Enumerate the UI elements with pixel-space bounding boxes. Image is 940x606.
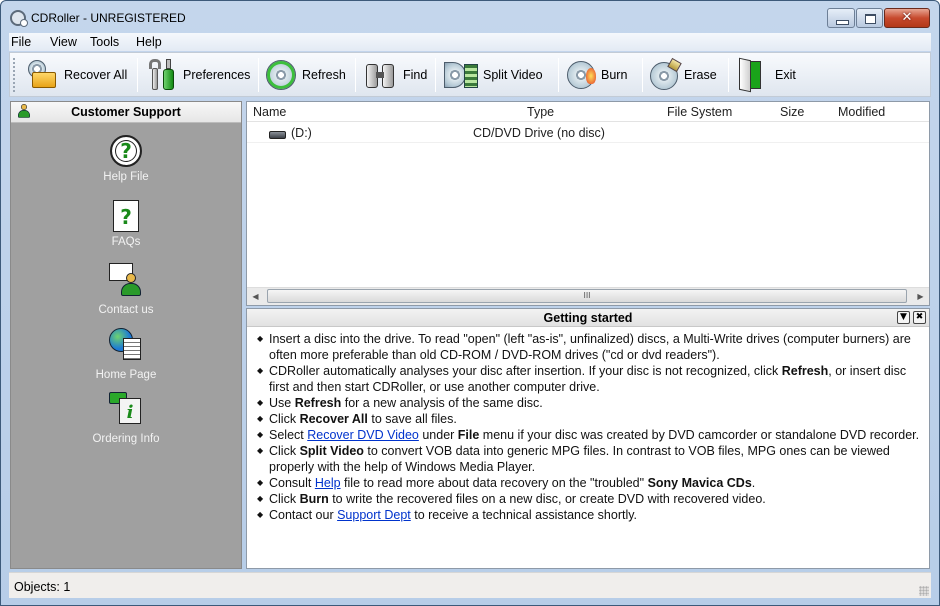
close-panel-icon[interactable]: ✖ <box>913 311 926 324</box>
resize-grip[interactable] <box>919 586 929 596</box>
maximize-button[interactable] <box>856 8 883 28</box>
toolbar-separator <box>355 58 356 92</box>
toolbar-separator <box>258 58 259 92</box>
status-objects-count: Objects: 1 <box>14 580 71 594</box>
row-name: (D:) <box>291 126 312 140</box>
help-link[interactable]: Help <box>315 476 341 490</box>
column-modified[interactable]: Modified <box>838 102 885 122</box>
preferences-button[interactable]: Preferences <box>147 55 250 95</box>
customer-support-header: Customer Support <box>11 102 241 123</box>
getting-started-panel: Getting started ▼ ✖ Insert a disc into t… <box>246 308 930 569</box>
getting-started-header: Getting started ▼ ✖ <box>247 309 929 327</box>
tip-line: Click Recover All to save all files. <box>257 411 922 427</box>
cd-drive-icon <box>269 131 286 139</box>
collapse-icon[interactable]: ▼ <box>897 311 910 324</box>
getting-started-text: Insert a disc into the drive. To read "o… <box>257 331 922 523</box>
scroll-right-icon[interactable]: ▶ <box>912 288 929 305</box>
menu-bar: File View Tools Help <box>9 33 931 51</box>
refresh-disc-icon <box>266 60 296 90</box>
erase-disc-icon <box>650 57 682 90</box>
exit-button[interactable]: Exit <box>737 55 796 95</box>
binoculars-icon <box>365 60 397 90</box>
scroll-left-icon[interactable]: ◀ <box>247 288 264 305</box>
toolbar-separator <box>137 58 138 92</box>
toolbar-separator <box>728 58 729 92</box>
customer-support-panel: Customer Support ? Help File ? FAQs Cont… <box>10 101 242 569</box>
title-bar[interactable]: CDRoller - UNREGISTERED ✕ <box>1 1 939 33</box>
support-dept-link[interactable]: Support Dept <box>337 508 411 522</box>
close-button[interactable]: ✕ <box>884 8 930 28</box>
faq-document-icon: ? <box>113 200 139 232</box>
tip-line: CDRoller automatically analyses your dis… <box>257 363 922 395</box>
column-type[interactable]: Type <box>527 102 554 122</box>
tip-line: Insert a disc into the drive. To read "o… <box>257 331 922 363</box>
file-list-header: Name Type File System Size Modified <box>247 102 929 122</box>
sidebar-item-ordering-info[interactable]: i Ordering Info <box>11 392 241 445</box>
sidebar-item-help-file[interactable]: ? Help File <box>11 135 241 183</box>
door-exit-icon <box>737 57 765 93</box>
status-bar: Objects: 1 <box>9 572 931 598</box>
table-row[interactable]: (D:) CD/DVD Drive (no disc) <box>247 123 929 143</box>
menu-file[interactable]: File <box>11 35 31 49</box>
tip-line: Click Split Video to convert VOB data in… <box>257 443 922 475</box>
sidebar-item-contact-us[interactable]: Contact us <box>11 263 241 316</box>
close-icon: ✕ <box>901 10 913 25</box>
split-video-button[interactable]: Split Video <box>444 55 543 95</box>
file-list: Name Type File System Size Modified (D:)… <box>246 101 930 306</box>
envelope-person-icon <box>109 263 143 297</box>
menu-help[interactable]: Help <box>136 35 162 49</box>
tip-line: Contact our Support Dept to receive a te… <box>257 507 922 523</box>
sidebar-item-home-page[interactable]: Home Page <box>11 328 241 381</box>
toolbar-separator <box>642 58 643 92</box>
disc-film-icon <box>444 60 480 90</box>
burn-button[interactable]: Burn <box>567 55 627 95</box>
tip-line: Select Recover DVD Video under File menu… <box>257 427 922 443</box>
toolbar: Recover All Preferences Refresh Find Spl… <box>9 52 931 97</box>
recover-all-button[interactable]: Recover All <box>26 55 127 95</box>
tip-line: Use Refresh for a new analysis of the sa… <box>257 395 922 411</box>
tip-line: Consult Help file to read more about dat… <box>257 475 922 491</box>
recover-dvd-video-link[interactable]: Recover DVD Video <box>307 428 419 442</box>
cdroller-app-icon[interactable] <box>10 10 28 27</box>
menu-tools[interactable]: Tools <box>90 35 119 49</box>
window-title: CDRoller - UNREGISTERED <box>31 11 186 25</box>
menu-view[interactable]: View <box>50 35 77 49</box>
column-name[interactable]: Name <box>253 102 286 122</box>
disc-folder-icon <box>26 60 60 90</box>
column-file-system[interactable]: File System <box>667 102 732 122</box>
column-size[interactable]: Size <box>780 102 804 122</box>
sidebar-item-faqs[interactable]: ? FAQs <box>11 200 241 248</box>
help-circle-icon: ? <box>110 135 142 167</box>
globe-page-icon <box>109 328 143 362</box>
row-type: CD/DVD Drive (no disc) <box>473 126 605 140</box>
toolbar-separator <box>435 58 436 92</box>
wrench-screwdriver-icon <box>147 59 179 91</box>
minimize-button[interactable] <box>827 8 855 28</box>
app-window: CDRoller - UNREGISTERED ✕ File View Tool… <box>0 0 940 606</box>
erase-button[interactable]: Erase <box>650 55 717 95</box>
toolbar-separator <box>558 58 559 92</box>
burn-disc-icon <box>567 60 599 90</box>
order-info-icon: i <box>109 392 143 426</box>
find-button[interactable]: Find <box>365 55 427 95</box>
scrollbar-thumb[interactable]: III <box>267 289 907 303</box>
horizontal-scrollbar[interactable]: ◀ III ▶ <box>247 287 929 305</box>
refresh-button[interactable]: Refresh <box>266 55 346 95</box>
toolbar-grip[interactable] <box>13 58 16 92</box>
tip-line: Click Burn to write the recovered files … <box>257 491 922 507</box>
